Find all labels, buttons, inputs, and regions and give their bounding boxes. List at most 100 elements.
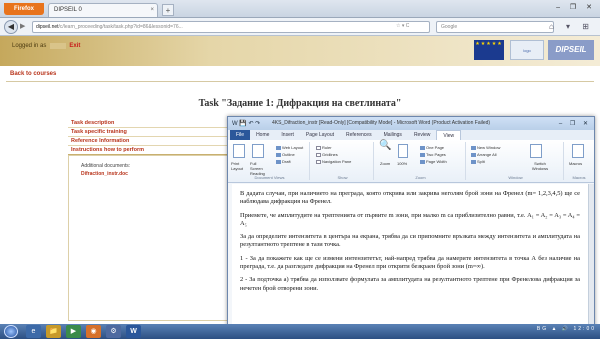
browser-nav-bar: ◀ ▶ dipseil.net/c/learn_proceeding/task/… bbox=[0, 18, 600, 36]
tab-review[interactable]: Review bbox=[408, 130, 436, 140]
start-button[interactable] bbox=[4, 325, 18, 338]
tab-home[interactable]: Home bbox=[250, 130, 275, 140]
taskbar-ie-icon[interactable]: e bbox=[26, 325, 41, 338]
gridlines-checkbox[interactable]: Gridlines bbox=[316, 152, 338, 157]
doc-paragraph: За да определите интензитета в центъра н… bbox=[240, 233, 580, 249]
checkbox-icon bbox=[316, 145, 321, 150]
home-icon[interactable]: ⌂ ▾ ⊞ bbox=[549, 22, 594, 31]
web-layout-button[interactable]: Web Layout bbox=[276, 145, 303, 150]
url-path: /c/learn_proceeding/task/task.php?id=86&… bbox=[58, 24, 183, 30]
zoom-100-icon[interactable] bbox=[398, 144, 408, 158]
arrange-all-button[interactable]: Arrange All bbox=[471, 152, 497, 157]
eu-stars: ★★★★★ bbox=[475, 41, 503, 47]
arrange-all-label: Arrange All bbox=[477, 152, 497, 157]
word-window-controls[interactable]: – ❐ ✕ bbox=[559, 118, 591, 130]
draft-button[interactable]: Draft bbox=[276, 159, 291, 164]
tab-title: DIPSEIL 0 bbox=[54, 7, 82, 13]
bookmark-star-icon[interactable]: ☆ ▾ C bbox=[396, 23, 409, 29]
two-pages-icon bbox=[420, 152, 425, 157]
print-layout-button[interactable]: Print Layout bbox=[231, 161, 247, 171]
zoom-100-button[interactable]: 100% bbox=[397, 161, 407, 166]
browser-tab-bar: Firefox DIPSEIL 0 × + – ❐ ✕ bbox=[0, 0, 600, 18]
ribbon-group-window: New Window Arrange All Split Switch Wind… bbox=[468, 142, 564, 180]
taskbar-firefox-icon[interactable]: ◉ bbox=[86, 325, 101, 338]
word-title: 4KS_Difraction_instr [Read-Only] [Compat… bbox=[272, 120, 491, 126]
ruler-label: Ruler bbox=[322, 145, 332, 150]
new-window-icon bbox=[471, 145, 476, 150]
taskbar-folder-icon[interactable]: 📁 bbox=[46, 325, 61, 338]
tab-insert[interactable]: Insert bbox=[275, 130, 300, 140]
split-label: Split bbox=[477, 159, 485, 164]
checkbox-icon bbox=[316, 159, 321, 164]
word-title-bar: W 💾 ↶ ↷ 4KS_Difraction_instr [Read-Only]… bbox=[228, 117, 594, 130]
taskbar-word-icon[interactable]: W bbox=[126, 325, 141, 338]
window-controls[interactable]: – ❐ ✕ bbox=[556, 3, 596, 11]
logged-in-label: Logged in as bbox=[12, 43, 47, 49]
split-button[interactable]: Split bbox=[471, 159, 485, 164]
taskbar-media-icon[interactable]: ▶ bbox=[66, 325, 81, 338]
back-button[interactable]: ◀ bbox=[4, 20, 18, 34]
group-label: Zoom bbox=[415, 175, 426, 180]
doc-paragraph: 2 - За подточка а) трябва да използвате … bbox=[240, 276, 580, 292]
gridlines-label: Gridlines bbox=[322, 152, 338, 157]
switch-windows-button[interactable]: Switch Windows bbox=[526, 161, 554, 171]
back-to-courses-link[interactable]: Back to courses bbox=[10, 71, 56, 77]
web-layout-label: Web Layout bbox=[282, 145, 304, 150]
group-label: Document Views bbox=[254, 175, 285, 180]
full-screen-button[interactable]: Full Screen Reading bbox=[250, 161, 270, 176]
print-layout-icon[interactable] bbox=[233, 144, 245, 158]
url-domain: dipseil.net bbox=[36, 24, 59, 30]
full-screen-icon[interactable] bbox=[252, 144, 264, 158]
ribbon: Print Layout Full Screen Reading Web Lay… bbox=[228, 140, 594, 183]
tab-close-icon[interactable]: × bbox=[150, 4, 154, 17]
word-window: W 💾 ↶ ↷ 4KS_Difraction_instr [Read-Only]… bbox=[227, 116, 595, 330]
vertical-scrollbar[interactable] bbox=[588, 184, 594, 329]
document-page[interactable]: В дадата случаи, при наличието на прегра… bbox=[232, 184, 588, 329]
outline-button[interactable]: Outline bbox=[276, 152, 295, 157]
one-page-button[interactable]: One Page bbox=[420, 145, 444, 150]
switch-windows-icon[interactable] bbox=[530, 144, 542, 158]
exit-link[interactable]: Exit bbox=[69, 43, 80, 49]
page-width-label: Page Width bbox=[426, 159, 447, 164]
page-width-icon bbox=[420, 159, 425, 164]
ribbon-group-zoom: 🔍 Zoom 100% One Page Two Pages Page Widt… bbox=[376, 141, 466, 180]
tab-view[interactable]: View bbox=[436, 130, 462, 140]
search-input[interactable]: Google bbox=[436, 21, 554, 33]
taskbar-app-icon[interactable]: ⚙ bbox=[106, 325, 121, 338]
navigation-pane-checkbox[interactable]: Navigation Pane bbox=[316, 159, 351, 164]
tab-file[interactable]: File bbox=[230, 130, 251, 140]
zoom-magnifier-icon[interactable]: 🔍 bbox=[379, 141, 391, 151]
ruler-checkbox[interactable]: Ruler bbox=[316, 145, 332, 150]
nav-pane-label: Navigation Pane bbox=[322, 159, 352, 164]
group-label: Window bbox=[508, 175, 523, 180]
username: user bbox=[50, 43, 66, 49]
macros-button[interactable]: Macros bbox=[569, 161, 582, 166]
two-pages-button[interactable]: Two Pages bbox=[420, 152, 446, 157]
group-label: Show bbox=[337, 175, 348, 180]
tab-page-layout[interactable]: Page Layout bbox=[300, 130, 340, 140]
divider bbox=[6, 81, 594, 82]
doc-paragraph: Приемете, че амплитудите на трептенията … bbox=[240, 211, 580, 227]
system-tray[interactable]: BG ▲ 🔊 12:00 bbox=[537, 326, 596, 332]
forward-button[interactable]: ▶ bbox=[20, 22, 25, 30]
new-tab-button[interactable]: + bbox=[162, 4, 174, 16]
url-bar[interactable]: dipseil.net/c/learn_proceeding/task/task… bbox=[32, 21, 430, 33]
quick-access-toolbar[interactable]: W 💾 ↶ ↷ bbox=[232, 118, 260, 130]
tab-mailings[interactable]: Mailings bbox=[378, 130, 408, 140]
page-title: Task "Задание 1: Дифракция на светлината… bbox=[198, 98, 402, 109]
checkbox-icon bbox=[316, 152, 321, 157]
two-pages-label: Two Pages bbox=[426, 152, 446, 157]
new-window-button[interactable]: New Window bbox=[471, 145, 500, 150]
windows-taskbar: e 📁 ▶ ◉ ⚙ W BG ▲ 🔊 12:00 bbox=[0, 324, 600, 339]
zoom-button[interactable]: Zoom bbox=[380, 161, 390, 166]
one-page-label: One Page bbox=[426, 145, 445, 150]
page-width-button[interactable]: Page Width bbox=[420, 159, 447, 164]
site-header: Logged in as user Exit ★★★★★ logo DIPSEI… bbox=[0, 36, 600, 66]
ribbon-group-show: Ruler Gridlines Navigation Pane Show bbox=[312, 142, 374, 180]
dipseil-logo: DIPSEIL bbox=[548, 40, 594, 60]
macros-icon[interactable] bbox=[572, 144, 584, 158]
ribbon-tabs: File Home Insert Page Layout References … bbox=[228, 130, 594, 140]
tab-references[interactable]: References bbox=[340, 130, 378, 140]
browser-tab[interactable]: DIPSEIL 0 × bbox=[48, 3, 158, 17]
firefox-menu-button[interactable]: Firefox bbox=[4, 3, 44, 15]
